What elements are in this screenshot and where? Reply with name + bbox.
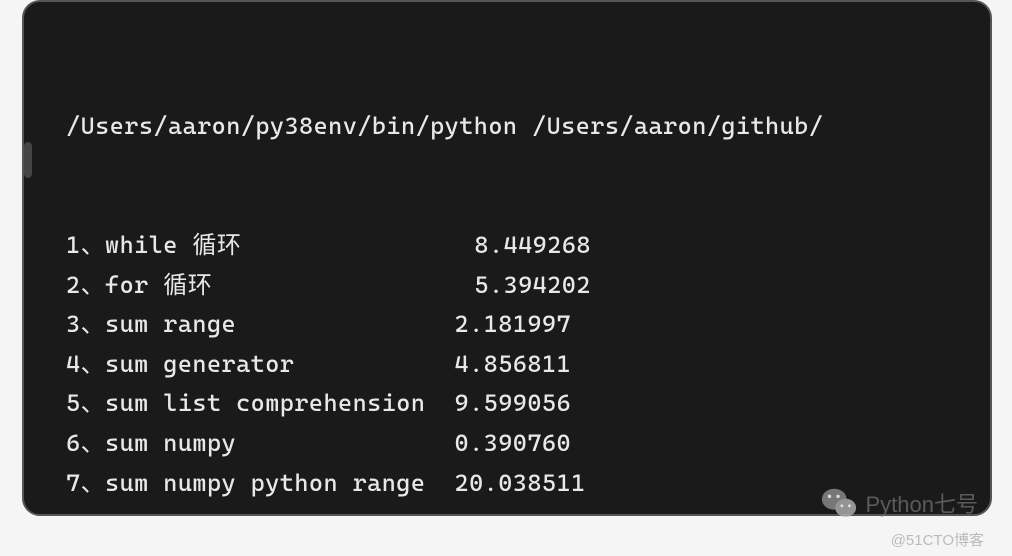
wechat-watermark: Python七号 bbox=[820, 484, 979, 522]
output-row: 4、sum generator 4.856811 bbox=[66, 345, 990, 385]
output-row: 6、sum numpy 0.390760 bbox=[66, 424, 990, 464]
terminal-window: /Users/aaron/py38env/bin/python /Users/a… bbox=[22, 0, 992, 516]
output-rows: 1、while 循环 8.4492682、for 循环 5.3942023、su… bbox=[66, 226, 990, 503]
wechat-icon bbox=[820, 484, 858, 522]
scrollbar-thumb[interactable] bbox=[24, 142, 32, 178]
command-line: /Users/aaron/py38env/bin/python /Users/a… bbox=[66, 107, 990, 147]
output-row: 2、for 循环 5.394202 bbox=[66, 266, 990, 306]
terminal-output: /Users/aaron/py38env/bin/python /Users/a… bbox=[66, 28, 990, 516]
cto-watermark: @51CTO博客 bbox=[891, 529, 984, 550]
output-row: 1、while 循环 8.449268 bbox=[66, 226, 990, 266]
wechat-label: Python七号 bbox=[866, 487, 979, 519]
output-row: 3、sum range 2.181997 bbox=[66, 305, 990, 345]
output-row: 5、sum list comprehension 9.599056 bbox=[66, 384, 990, 424]
